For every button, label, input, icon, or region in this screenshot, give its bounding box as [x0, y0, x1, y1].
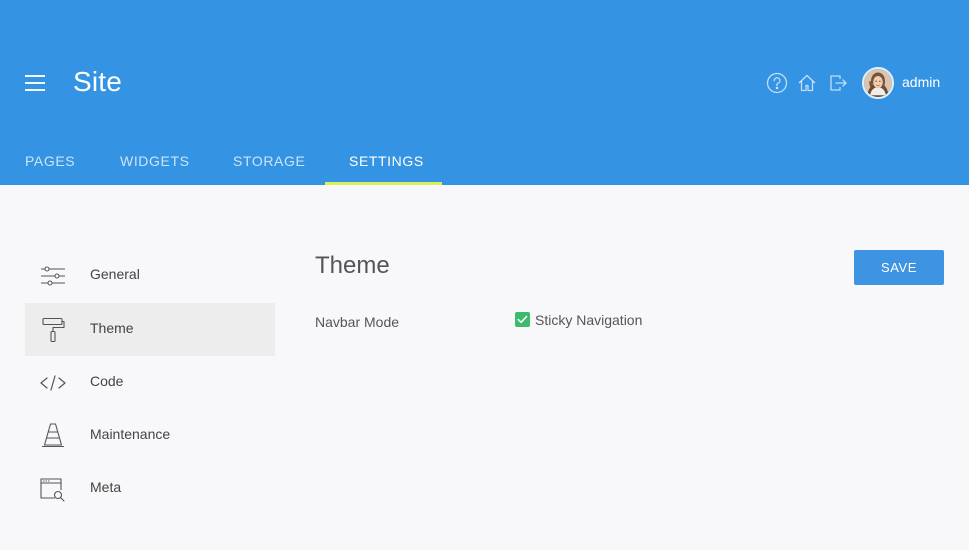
tab-pages[interactable]: PAGES: [25, 143, 75, 185]
sidebar-item-label: Code: [90, 373, 124, 389]
tab-settings[interactable]: SETTINGS: [349, 143, 424, 185]
sidebar-item-theme[interactable]: Theme: [25, 303, 275, 356]
tab-storage[interactable]: STORAGE: [233, 143, 305, 185]
sticky-navigation-label[interactable]: Sticky Navigation: [535, 312, 642, 328]
hamburger-icon[interactable]: [25, 75, 45, 91]
sidebar-item-label: General: [90, 266, 140, 282]
page-title: Theme: [315, 252, 390, 279]
sticky-navigation-checkbox[interactable]: [515, 312, 530, 327]
sidebar-item-maintenance[interactable]: Maintenance: [25, 409, 275, 462]
sidebar-item-label: Meta: [90, 479, 122, 495]
site-title: Site: [73, 66, 123, 97]
sidebar-item-label: Theme: [90, 320, 134, 336]
sidebar-item-general[interactable]: General: [25, 249, 275, 302]
sidebar-item-label: Maintenance: [90, 426, 171, 442]
sliders-icon: [39, 263, 67, 289]
home-icon[interactable]: [796, 72, 818, 94]
active-tab-indicator: [325, 182, 442, 185]
user-name[interactable]: admin: [902, 74, 940, 90]
code-icon: [39, 370, 67, 396]
logout-icon[interactable]: [827, 72, 849, 94]
traffic-cone-icon: [39, 423, 67, 449]
top-header: Site admin PAGES WIDGETS STORAGE SETTING…: [0, 0, 969, 185]
sidebar-item-code[interactable]: Code: [25, 356, 275, 409]
tab-widgets[interactable]: WIDGETS: [120, 143, 190, 185]
paint-roller-icon: [39, 317, 67, 343]
help-icon[interactable]: [766, 72, 788, 94]
avatar[interactable]: [862, 67, 894, 99]
save-button[interactable]: SAVE: [854, 250, 944, 285]
sidebar-item-meta[interactable]: Meta: [25, 462, 275, 515]
navbar-mode-label: Navbar Mode: [315, 314, 400, 330]
browser-search-icon: [39, 476, 67, 502]
